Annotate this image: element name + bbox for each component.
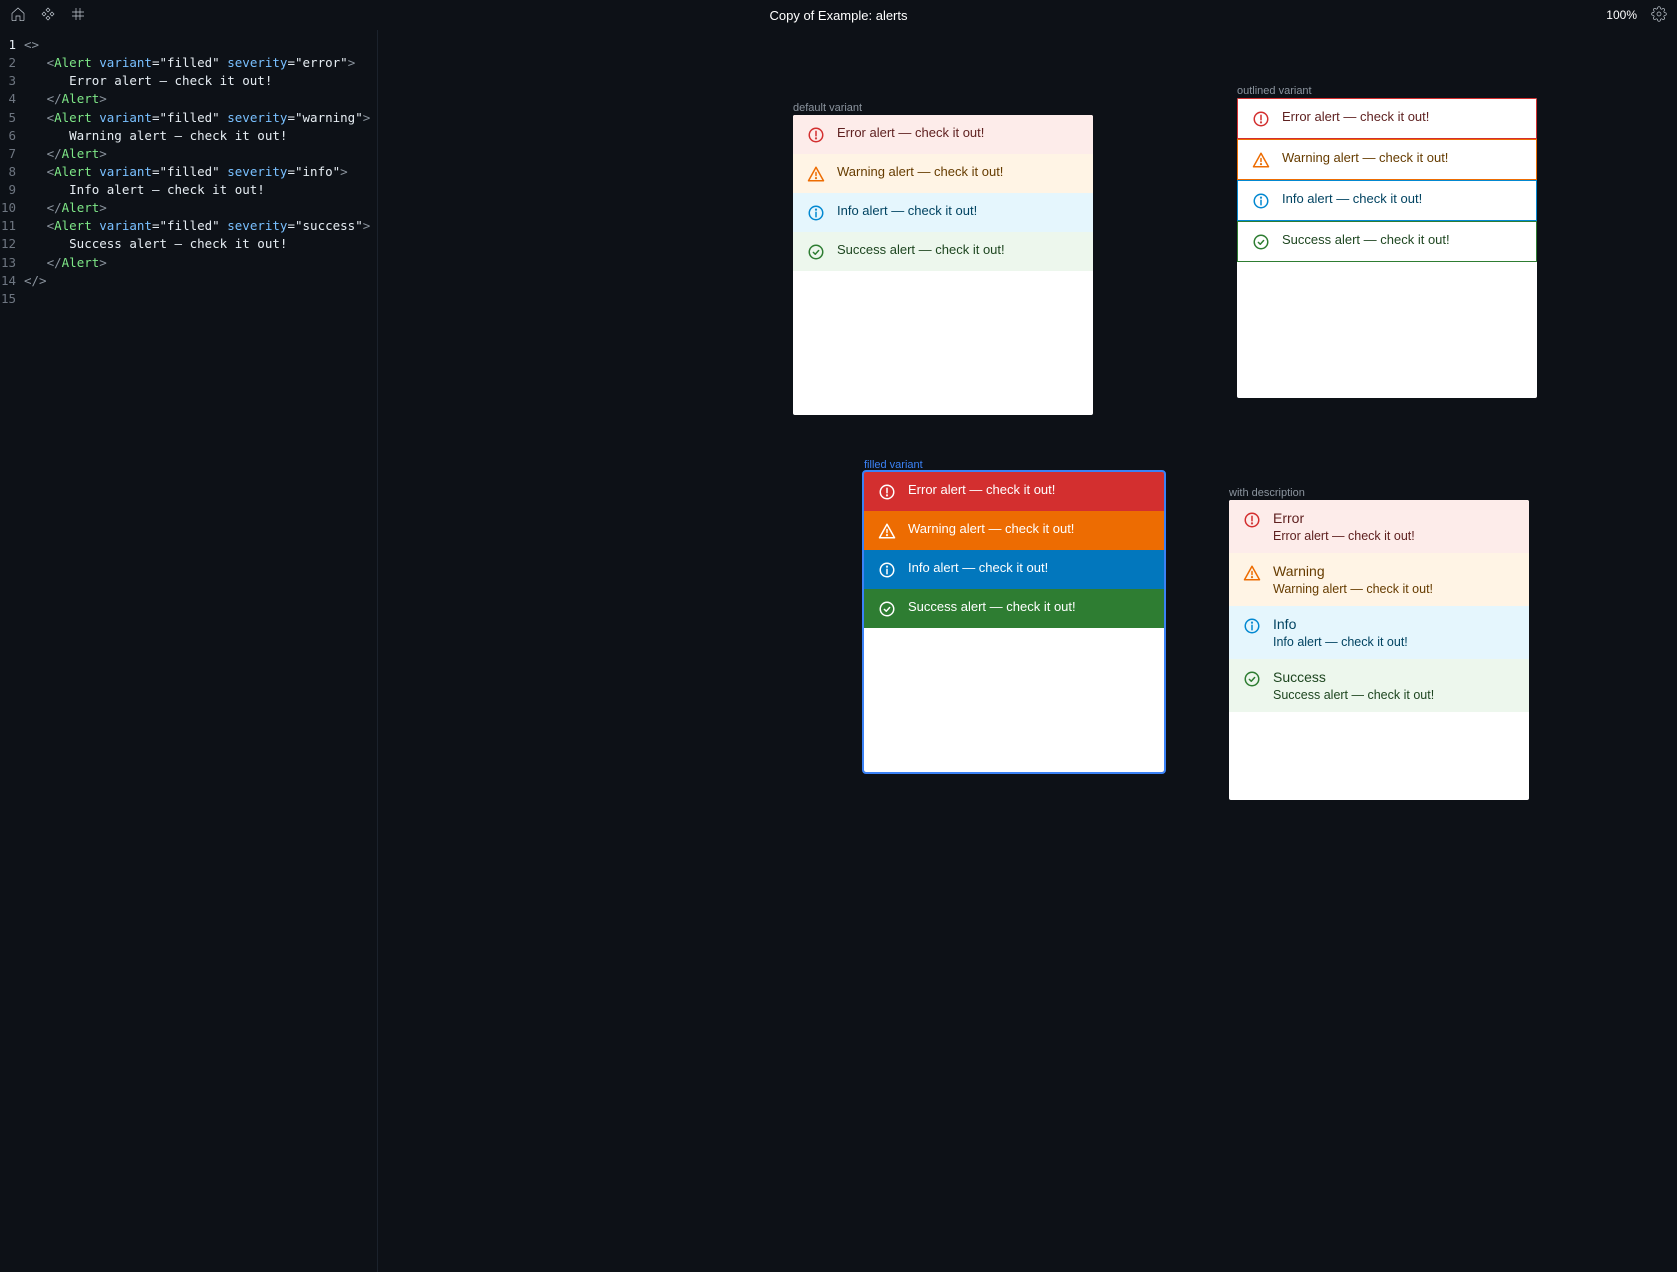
- alert-text: Warning alert — check it out!: [1282, 150, 1448, 165]
- alert-info: Info alert — check it out!: [864, 550, 1164, 589]
- alert-text: Error alert — check it out!: [837, 125, 984, 140]
- home-icon[interactable]: [10, 6, 26, 25]
- success-icon: [1243, 670, 1261, 688]
- frame-label-outlined[interactable]: outlined variant: [1237, 85, 1312, 97]
- alert-error: Error alert — check it out!: [864, 472, 1164, 511]
- alert-success: Success Success alert — check it out!: [1229, 659, 1529, 712]
- success-icon: [1252, 233, 1270, 251]
- frame-filled[interactable]: Error alert — check it out! Warning alert…: [864, 472, 1164, 772]
- grid-icon[interactable]: [70, 6, 86, 25]
- alert-text: Warning alert — check it out!: [837, 164, 1003, 179]
- warning-icon: [807, 165, 825, 183]
- zoom-level[interactable]: 100%: [1606, 8, 1637, 22]
- alert-description: Error alert — check it out!: [1273, 529, 1515, 543]
- code-editor[interactable]: 1<>2 <Alert variant="filled" severity="e…: [0, 30, 378, 1272]
- error-icon: [1243, 511, 1261, 529]
- alert-success: Success alert — check it out!: [793, 232, 1093, 271]
- success-icon: [807, 243, 825, 261]
- alert-text: Info alert — check it out!: [908, 560, 1048, 575]
- error-icon: [878, 483, 896, 501]
- alert-warning: Warning alert — check it out!: [1237, 139, 1537, 180]
- alert-error: Error alert — check it out!: [1237, 98, 1537, 139]
- error-icon: [1252, 110, 1270, 128]
- alert-success: Success alert — check it out!: [1237, 221, 1537, 262]
- alert-warning: Warning Warning alert — check it out!: [1229, 553, 1529, 606]
- info-icon: [807, 204, 825, 222]
- frame-label-desc[interactable]: with description: [1229, 487, 1305, 499]
- alert-title: Success: [1273, 669, 1515, 685]
- info-icon: [878, 561, 896, 579]
- info-icon: [1243, 617, 1261, 635]
- info-icon: [1252, 192, 1270, 210]
- alert-error: Error alert — check it out!: [793, 115, 1093, 154]
- alert-info: Info alert — check it out!: [1237, 180, 1537, 221]
- alert-warning: Warning alert — check it out!: [864, 511, 1164, 550]
- alert-text: Info alert — check it out!: [1282, 191, 1422, 206]
- frame-default[interactable]: Error alert — check it out! Warning alert…: [793, 115, 1093, 415]
- alert-text: Error alert — check it out!: [908, 482, 1055, 497]
- frame-label-filled[interactable]: filled variant: [864, 459, 923, 471]
- frame-label-default[interactable]: default variant: [793, 102, 862, 114]
- alert-text: Success alert — check it out!: [908, 599, 1076, 614]
- alert-text: Success alert — check it out!: [837, 242, 1005, 257]
- alert-warning: Warning alert — check it out!: [793, 154, 1093, 193]
- success-icon: [878, 600, 896, 618]
- design-canvas[interactable]: default variantError alert — check it ou…: [378, 30, 1677, 1272]
- alert-error: Error Error alert — check it out!: [1229, 500, 1529, 553]
- alert-description: Info alert — check it out!: [1273, 635, 1515, 649]
- alert-text: Info alert — check it out!: [837, 203, 977, 218]
- alert-text: Warning alert — check it out!: [908, 521, 1074, 536]
- warning-icon: [1252, 151, 1270, 169]
- alert-title: Warning: [1273, 563, 1515, 579]
- alert-title: Info: [1273, 616, 1515, 632]
- alert-text: Success alert — check it out!: [1282, 232, 1450, 247]
- alert-text: Error alert — check it out!: [1282, 109, 1429, 124]
- frame-desc[interactable]: ErrorError alert — check it out!WarningW…: [1229, 500, 1529, 800]
- alert-description: Warning alert — check it out!: [1273, 582, 1515, 596]
- alert-info: Info alert — check it out!: [793, 193, 1093, 232]
- alert-success: Success alert — check it out!: [864, 589, 1164, 628]
- document-title[interactable]: Copy of Example: alerts: [769, 8, 907, 23]
- settings-icon[interactable]: [1651, 6, 1667, 25]
- alert-info: Info Info alert — check it out!: [1229, 606, 1529, 659]
- titlebar: Copy of Example: alerts 100%: [0, 0, 1677, 30]
- frame-outlined[interactable]: Error alert — check it out! Warning alert…: [1237, 98, 1537, 398]
- warning-icon: [1243, 564, 1261, 582]
- components-icon[interactable]: [40, 6, 56, 25]
- warning-icon: [878, 522, 896, 540]
- error-icon: [807, 126, 825, 144]
- alert-description: Success alert — check it out!: [1273, 688, 1515, 702]
- alert-title: Error: [1273, 510, 1515, 526]
